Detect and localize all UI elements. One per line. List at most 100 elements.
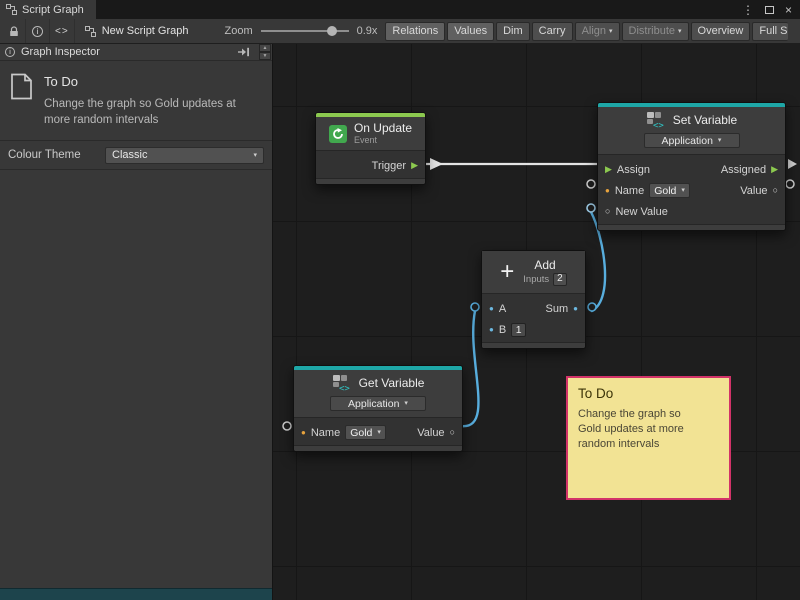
node-on-update[interactable]: On Update Event Trigger ▶ <box>315 112 426 185</box>
node-title: On Update <box>354 121 412 135</box>
zoom-label: Zoom <box>225 25 253 37</box>
menu-icon[interactable]: ⋮ <box>742 4 754 16</box>
code-icon[interactable]: <> <box>50 19 75 43</box>
variable-name-dropdown[interactable]: Gold ▾ <box>345 425 386 440</box>
name-port-label: Name <box>311 427 340 439</box>
chevron-down-icon: ▾ <box>253 152 257 159</box>
tab-script-graph[interactable]: Script Graph <box>0 0 96 19</box>
assign-port[interactable]: ▶ <box>605 165 612 174</box>
value-port-label: Value <box>740 185 767 197</box>
inputs-count[interactable]: 2 <box>553 273 567 286</box>
chevron-down-icon: ▾ <box>609 28 613 35</box>
svg-text:<>: <> <box>653 121 664 129</box>
inspector-todo-section: To Do Change the graph so Gold updates a… <box>0 61 272 141</box>
value-port[interactable]: ○ <box>773 186 778 195</box>
add-header: + Add Inputs 2 <box>482 251 585 293</box>
node-get-variable[interactable]: <> Get Variable Application ▾ ● Name Gol… <box>293 365 463 452</box>
trigger-port-label: Trigger <box>372 160 406 172</box>
close-icon[interactable]: × <box>785 4 792 16</box>
colour-theme-dropdown[interactable]: Classic ▾ <box>105 147 264 164</box>
node-footer <box>598 224 785 230</box>
trigger-port[interactable]: ▶ <box>411 161 418 170</box>
note-icon <box>10 73 33 100</box>
dim-button[interactable]: Dim <box>496 22 530 41</box>
variables-panel-edge[interactable] <box>0 588 272 600</box>
value-port-label: Value <box>417 427 444 439</box>
inputs-label: Inputs <box>523 274 549 286</box>
sum-port[interactable]: ● <box>573 305 578 313</box>
values-button[interactable]: Values <box>447 22 494 41</box>
info-icon[interactable]: i <box>26 19 50 43</box>
zoom-slider[interactable] <box>261 24 349 38</box>
get-variable-header: <> Get Variable Application ▾ <box>294 370 462 417</box>
on-update-icon <box>329 125 347 143</box>
window-tab-bar: Script Graph ⋮ × <box>0 0 800 19</box>
node-footer <box>316 178 425 184</box>
scroll-up-icon[interactable]: ▲ <box>259 44 271 52</box>
b-port-label: B <box>499 324 506 336</box>
zoom-value: 0.9x <box>357 25 378 37</box>
graph-toolbar: i <> New Script Graph Zoom 0.9x Relation… <box>0 19 800 44</box>
chevron-down-icon: ▾ <box>678 28 682 35</box>
inspector-scroll-spinner[interactable]: ▲ ▼ <box>259 44 271 60</box>
graph-name-chip[interactable]: New Script Graph <box>85 25 189 37</box>
chevron-down-icon: ▾ <box>718 137 722 144</box>
node-title: Set Variable <box>673 113 737 127</box>
svg-text:<>: <> <box>339 384 350 392</box>
add-icon: + <box>500 262 514 282</box>
sticky-note[interactable]: To Do Change the graph so Gold updates a… <box>566 376 731 500</box>
inspector-todo-title: To Do <box>44 74 244 89</box>
b-value-input[interactable]: 1 <box>511 323 526 337</box>
tab-label: Script Graph <box>22 4 84 16</box>
variable-name-dropdown[interactable]: Gold ▾ <box>649 183 690 198</box>
carry-button[interactable]: Carry <box>532 22 573 41</box>
window-controls: ⋮ × <box>742 0 800 19</box>
node-footer <box>482 342 585 348</box>
sum-port-label: Sum <box>546 303 569 315</box>
variable-icon: <> <box>646 111 666 129</box>
variable-scope-dropdown[interactable]: Application ▾ <box>644 133 740 148</box>
relations-button[interactable]: Relations <box>385 22 445 41</box>
scroll-down-icon[interactable]: ▼ <box>259 52 271 60</box>
maximize-icon[interactable] <box>765 6 774 14</box>
node-footer <box>294 445 462 451</box>
chevron-down-icon: ▾ <box>377 429 381 436</box>
distribute-button[interactable]: Distribute ▾ <box>622 22 689 41</box>
lock-icon[interactable] <box>2 19 26 43</box>
inspector-header: i Graph Inspector <box>0 44 272 61</box>
dock-arrow-icon[interactable] <box>237 47 250 57</box>
graph-inspector-panel: i Graph Inspector ▲ ▼ To Do Change the g… <box>0 44 273 600</box>
overview-button[interactable]: Overview <box>691 22 751 41</box>
name-port[interactable]: ● <box>301 429 306 437</box>
colour-theme-label: Colour Theme <box>8 149 105 161</box>
graph-file-icon <box>85 26 96 37</box>
inspector-title: Graph Inspector <box>21 46 100 58</box>
inspector-info-icon: i <box>5 47 15 57</box>
full-screen-button[interactable]: Full Screen <box>752 22 788 41</box>
colour-theme-row: Colour Theme Classic ▾ <box>0 141 272 170</box>
a-port-label: A <box>499 303 506 315</box>
new-value-port[interactable]: ○ <box>605 207 610 216</box>
chevron-down-icon: ▾ <box>681 187 685 194</box>
name-port[interactable]: ● <box>605 187 610 195</box>
variable-scope-dropdown[interactable]: Application ▾ <box>330 396 426 411</box>
script-graph-icon <box>6 4 17 15</box>
sticky-note-text: Change the graph so Gold updates at more… <box>578 407 700 452</box>
padlock-glyph <box>9 26 19 37</box>
assigned-port[interactable]: ▶ <box>771 165 778 174</box>
on-update-header: On Update Event <box>316 117 425 150</box>
variable-icon: <> <box>332 374 352 392</box>
inspector-todo-text: Change the graph so Gold updates at more… <box>44 96 244 128</box>
a-port[interactable]: ● <box>489 305 494 313</box>
node-subtitle: Event <box>354 135 377 146</box>
align-button[interactable]: Align ▾ <box>575 22 620 41</box>
name-port-label: Name <box>615 185 644 197</box>
zoom-slider-handle[interactable] <box>327 26 337 36</box>
node-set-variable[interactable]: <> Set Variable Application ▾ ▶ Assign A… <box>597 102 786 231</box>
chevron-down-icon: ▾ <box>404 400 408 407</box>
node-title: Get Variable <box>359 376 425 390</box>
node-add[interactable]: + Add Inputs 2 ● A Sum ● ● B 1 <box>481 250 586 349</box>
b-port[interactable]: ● <box>489 326 494 334</box>
sticky-note-title: To Do <box>578 386 719 401</box>
value-port[interactable]: ○ <box>450 428 455 437</box>
